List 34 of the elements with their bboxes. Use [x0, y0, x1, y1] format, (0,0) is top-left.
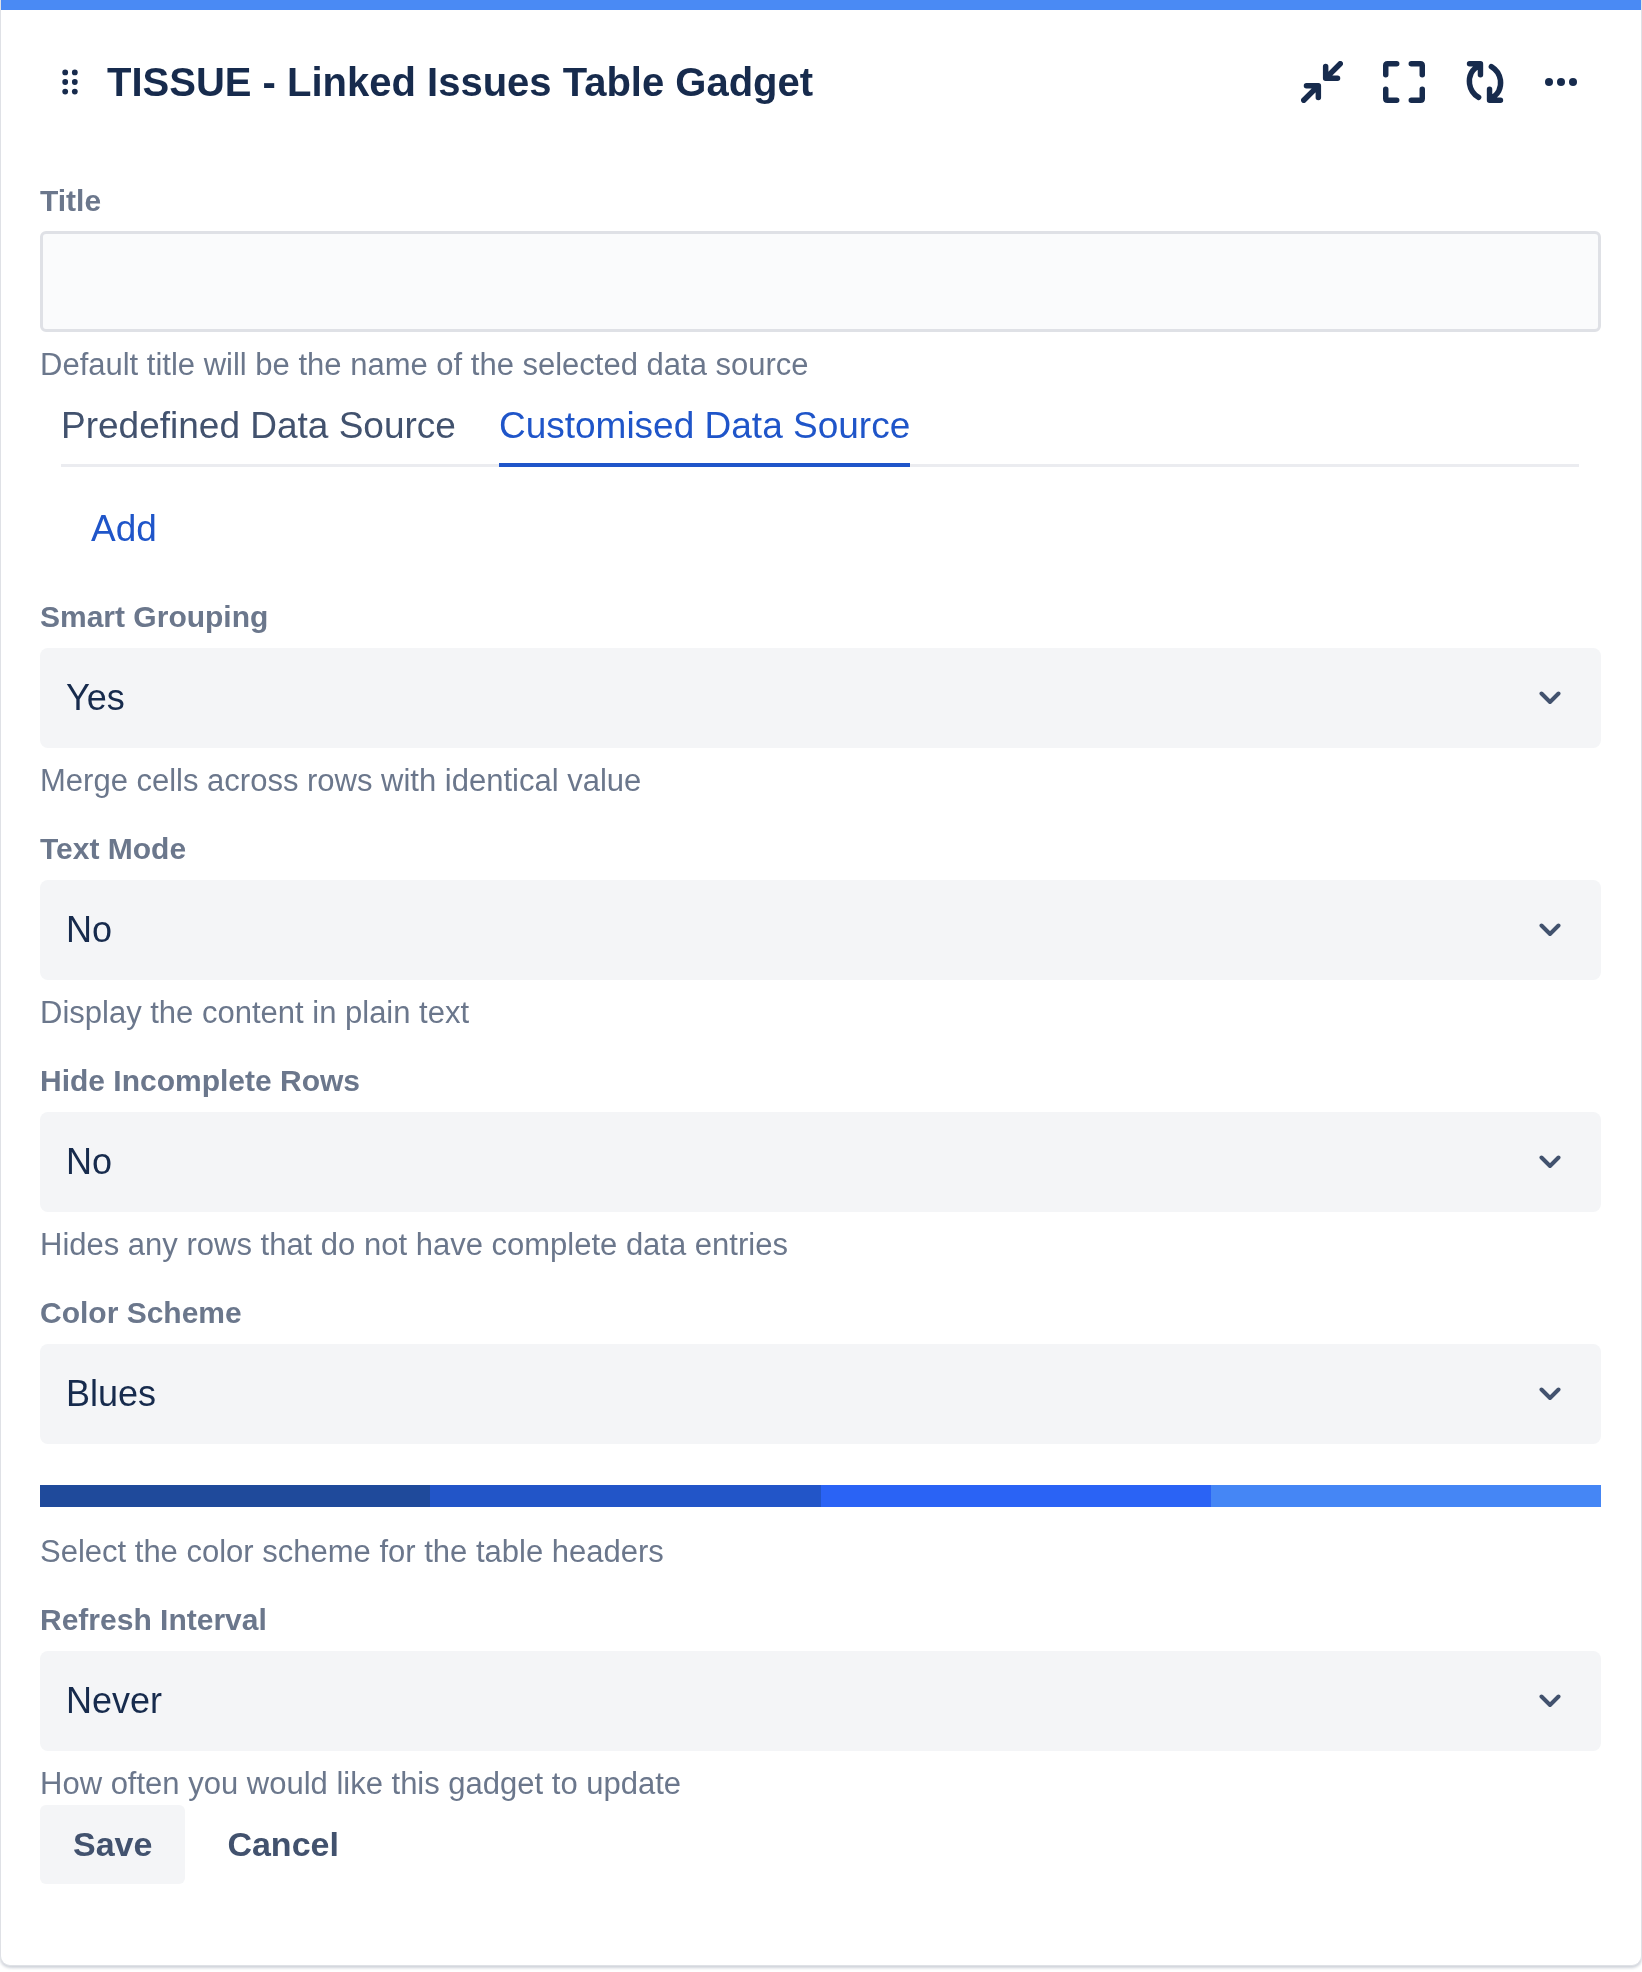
gadget-title: TISSUE - Linked Issues Table Gadget: [107, 59, 814, 106]
dropdown[interactable]: Never: [40, 1651, 1601, 1751]
chevron-down-icon: [1539, 1155, 1561, 1169]
field-label: Refresh Interval: [40, 1602, 268, 1638]
field-label: Hide Incomplete Rows: [40, 1063, 362, 1099]
fullscreen-icon[interactable]: [1383, 61, 1425, 103]
helper-text: Hides any rows that do not have complete data entries: [40, 1227, 789, 1263]
cancel-button[interactable]: Cancel: [194, 1805, 372, 1884]
tab[interactable]: Predefined Data Source: [61, 406, 456, 467]
chevron-down-icon: [1539, 923, 1561, 937]
dropdown[interactable]: No: [40, 880, 1601, 980]
chevron-down-icon: [1539, 1387, 1561, 1401]
field-label: Title: [40, 183, 103, 219]
chevron-down-icon: [1539, 691, 1561, 705]
field-label: Text Mode: [40, 831, 188, 867]
chevron-down-icon: [1539, 1694, 1561, 1708]
dropdown[interactable]: Blues: [40, 1344, 1601, 1444]
helper-text: How often you would like this gadget to update: [40, 1766, 683, 1802]
helper-text: Merge cells across rows with identical value: [40, 763, 643, 799]
field-label: Smart Grouping: [40, 599, 270, 635]
helper-text: Display the content in plain text: [40, 995, 471, 1031]
field-label: Color Scheme: [40, 1295, 243, 1331]
save-button[interactable]: Save: [40, 1805, 186, 1884]
title-input[interactable]: [40, 231, 1601, 332]
refresh-icon[interactable]: [1465, 61, 1505, 103]
add-link[interactable]: Add: [91, 509, 157, 549]
tab[interactable]: Customised Data Source: [498, 406, 911, 467]
helper-text: Default title will be the name of the selected data source: [40, 347, 810, 383]
more-icon[interactable]: [1545, 78, 1577, 86]
minimize-icon[interactable]: [1301, 61, 1343, 103]
helper-text: Select the color scheme for the table headers: [40, 1534, 665, 1570]
dropdown[interactable]: Yes: [40, 648, 1601, 748]
drag-handle-icon[interactable]: [62, 69, 78, 95]
dropdown[interactable]: No: [40, 1112, 1601, 1212]
